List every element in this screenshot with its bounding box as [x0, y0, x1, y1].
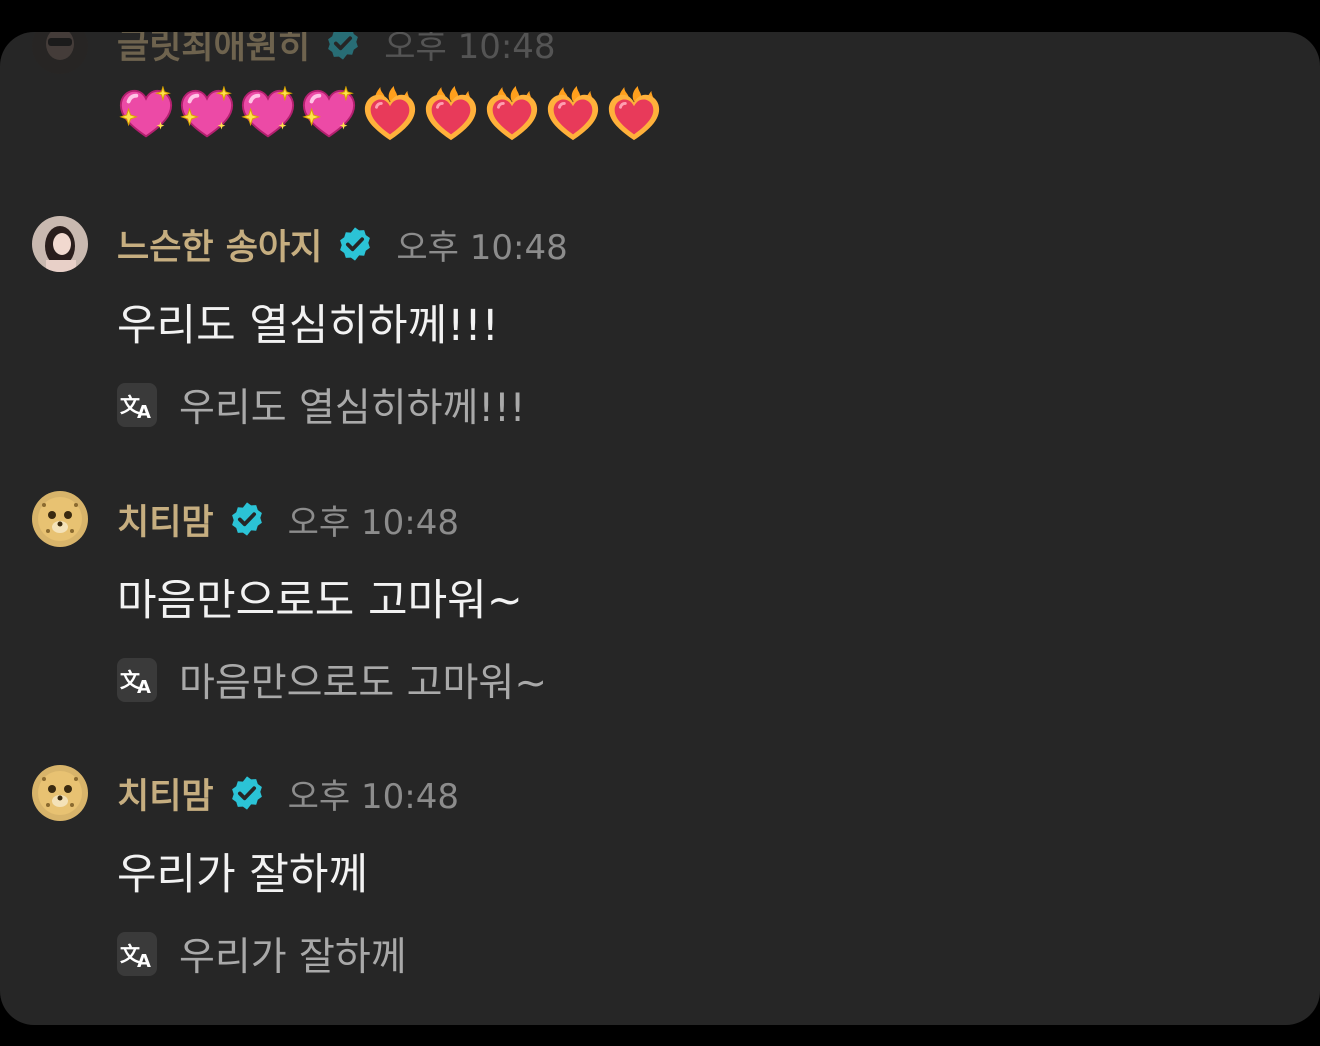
message-time: 오후 10:48 [396, 227, 568, 268]
avatar[interactable] [32, 32, 88, 74]
avatar[interactable] [32, 216, 88, 272]
verified-badge-icon [336, 225, 374, 263]
translate-icon[interactable]: 文 A [117, 383, 157, 427]
message-header: 글릿최애원히 오후 10:48 [117, 32, 556, 68]
translation-text: 우리도 열심히하께!!! [179, 386, 526, 431]
translation-text: 우리가 잘하께 [179, 935, 407, 980]
message-text: 우리도 열심히하께!!! [117, 301, 499, 351]
sparkling-heart-icon [178, 86, 236, 144]
translate-icon[interactable]: 文 A [117, 658, 157, 702]
heart-on-fire-icon [483, 86, 541, 144]
emoji-message [117, 86, 666, 144]
message-time: 오후 10:48 [384, 32, 556, 67]
author-name[interactable]: 치티맘 [117, 768, 214, 819]
message-time: 오후 10:48 [287, 776, 459, 817]
translation-row: 文 A 마음만으로도 고마워~ [117, 657, 547, 706]
translation-text: 마음만으로도 고마워~ [179, 661, 547, 706]
translation-row: 文 A 우리가 잘하께 [117, 931, 407, 980]
author-name[interactable]: 글릿최애원히 [117, 32, 310, 69]
message-header: 느슨한 송아지 오후 10:48 [117, 219, 568, 269]
author-name[interactable]: 치티맘 [117, 494, 214, 545]
svg-text:A: A [137, 677, 151, 698]
avatar[interactable] [32, 491, 88, 547]
user-avatar-icon [32, 32, 88, 74]
heart-on-fire-icon [361, 86, 419, 144]
chat-panel: 글릿최애원히 오후 10:48 느슨한 송아지 오후 10:48 우리도 열심히… [0, 32, 1320, 1025]
message-header: 치티맘 오후 10:48 [117, 494, 459, 544]
message-text: 마음만으로도 고마워~ [117, 576, 523, 626]
heart-on-fire-icon [605, 86, 663, 144]
verified-badge-icon [324, 32, 362, 62]
heart-on-fire-icon [544, 86, 602, 144]
message-time: 오후 10:48 [287, 502, 459, 543]
user-avatar-icon [32, 491, 88, 547]
svg-text:A: A [137, 951, 151, 972]
svg-text:A: A [137, 402, 151, 423]
message-header: 치티맘 오후 10:48 [117, 768, 459, 818]
author-name[interactable]: 느슨한 송아지 [117, 219, 322, 270]
user-avatar-icon [32, 765, 88, 821]
avatar[interactable] [32, 765, 88, 821]
verified-badge-icon [228, 500, 266, 538]
message-text: 우리가 잘하께 [117, 850, 369, 900]
verified-badge-icon [228, 774, 266, 812]
sparkling-heart-icon [239, 86, 297, 144]
user-avatar-icon [32, 216, 88, 272]
sparkling-heart-icon [300, 86, 358, 144]
translate-icon[interactable]: 文 A [117, 932, 157, 976]
heart-on-fire-icon [422, 86, 480, 144]
translation-row: 文 A 우리도 열심히하께!!! [117, 382, 525, 431]
sparkling-heart-icon [117, 86, 175, 144]
